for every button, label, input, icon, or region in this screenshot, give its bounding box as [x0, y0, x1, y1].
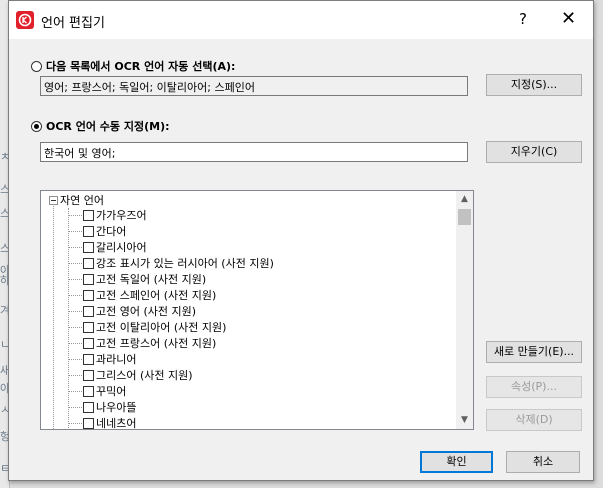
language-label: 고전 이탈리아어 (사전 지원): [96, 321, 227, 334]
manual-languages-input[interactable]: 한국어 및 영어;: [40, 142, 468, 162]
scroll-up-icon[interactable]: ▲: [456, 191, 473, 208]
language-item[interactable]: 고전 이탈리아어 (사전 지원): [68, 319, 226, 335]
tree-root-label: 자연 언어: [60, 194, 104, 207]
checkbox[interactable]: [83, 369, 94, 381]
ok-button[interactable]: 확인: [420, 451, 493, 473]
checkbox[interactable]: [83, 417, 94, 429]
background-text: ㅊ: [0, 150, 11, 163]
language-label: 네네츠어: [96, 417, 137, 429]
language-label: 고전 스페인어 (사전 지원): [96, 289, 217, 302]
collapse-icon[interactable]: [49, 195, 58, 205]
language-tree[interactable]: 자연 언어 가가우즈어 간다어 갈리시아어 강조 표시가 있는 러시아어 (사전…: [40, 190, 474, 430]
language-label: 고전 프랑스어 (사전 지원): [96, 337, 217, 350]
language-item[interactable]: 고전 스페인어 (사전 지원): [68, 287, 216, 303]
title-bar[interactable]: 언어 편집기 ? ✕: [9, 1, 593, 39]
checkbox[interactable]: [83, 321, 94, 333]
tree-content: 자연 언어 가가우즈어 간다어 갈리시아어 강조 표시가 있는 러시아어 (사전…: [41, 191, 457, 429]
checkbox[interactable]: [83, 337, 94, 349]
tree-root-node[interactable]: 자연 언어: [49, 192, 104, 208]
auto-select-label: 다음 목록에서 OCR 언어 자동 선택(A):: [46, 60, 236, 73]
language-editor-dialog: 언어 편집기 ? ✕ 다음 목록에서 OCR 언어 자동 선택(A): 영어; …: [8, 0, 594, 481]
background-text: 아: [0, 382, 11, 395]
checkbox[interactable]: [83, 385, 94, 397]
language-item[interactable]: 고전 프랑스어 (사전 지원): [68, 335, 216, 351]
language-label: 가가우즈어: [96, 209, 147, 222]
language-item[interactable]: 고전 영어 (사전 지원): [68, 303, 196, 319]
background-text: ㅌ: [0, 462, 11, 475]
checkbox[interactable]: [83, 241, 94, 253]
close-button[interactable]: ✕: [561, 10, 576, 28]
checkbox[interactable]: [83, 257, 94, 269]
language-label: 나우아뜰: [96, 401, 137, 414]
language-item[interactable]: 갈리시아어: [68, 239, 147, 255]
language-item[interactable]: 간다어: [68, 223, 126, 239]
help-button[interactable]: ?: [519, 10, 527, 28]
language-label: 그리스어 (사전 지원): [96, 369, 193, 382]
background-text: 새: [0, 364, 11, 377]
tree-guide-line: [53, 203, 54, 429]
language-label: 간다어: [96, 225, 127, 238]
checkbox[interactable]: [83, 273, 94, 285]
scroll-down-icon[interactable]: ▼: [456, 412, 473, 429]
background-text: 스: [0, 183, 11, 196]
background-text: 겨: [0, 304, 11, 317]
language-item[interactable]: 강조 표시가 있는 러시아어 (사전 지원): [68, 255, 274, 271]
checkbox[interactable]: [83, 353, 94, 365]
background-text: 하: [0, 274, 11, 287]
language-item[interactable]: 가가우즈어: [68, 207, 147, 223]
language-label: 꾸믹어: [96, 385, 127, 398]
checkbox[interactable]: [83, 225, 94, 237]
properties-button[interactable]: 속성(P)...: [486, 376, 582, 398]
radio-indicator-selected[interactable]: [31, 120, 42, 132]
clear-button[interactable]: 지우기(C): [486, 141, 582, 163]
tree-scrollbar[interactable]: ▲ ▼: [456, 191, 473, 429]
background-text: 헝: [0, 430, 11, 443]
language-label: 고전 영어 (사전 지원): [96, 305, 197, 318]
language-label: 갈리시아어: [96, 241, 147, 254]
auto-languages-field: 영어; 프랑스어; 독일어; 이탈리아어; 스페인어: [40, 76, 468, 96]
cancel-button[interactable]: 취소: [506, 451, 580, 473]
manual-select-radio[interactable]: OCR 언어 수동 지정(M):: [31, 118, 170, 134]
app-logo-icon: [16, 11, 34, 29]
manual-select-label: OCR 언어 수동 지정(M):: [46, 120, 170, 133]
scroll-thumb[interactable]: [458, 209, 471, 225]
checkbox[interactable]: [83, 401, 94, 413]
language-item[interactable]: 꾸믹어: [68, 383, 126, 399]
language-item[interactable]: 네네츠어: [68, 415, 136, 429]
language-label: 과라니어: [96, 353, 137, 366]
language-item[interactable]: 나우아뜰: [68, 399, 136, 415]
checkbox[interactable]: [83, 305, 94, 317]
language-label: 강조 표시가 있는 러시아어 (사전 지원): [96, 257, 274, 270]
auto-select-radio[interactable]: 다음 목록에서 OCR 언어 자동 선택(A):: [31, 58, 235, 74]
background-text: ㄴ: [0, 338, 11, 351]
background-text: 스: [0, 207, 11, 220]
checkbox[interactable]: [83, 289, 94, 301]
window-title: 언어 편집기: [41, 16, 105, 31]
new-language-button[interactable]: 새로 만들기(E)...: [486, 341, 582, 363]
background-text: 스: [0, 242, 11, 255]
assign-button[interactable]: 지정(S)...: [486, 74, 582, 96]
language-item[interactable]: 그리스어 (사전 지원): [68, 367, 193, 383]
radio-indicator[interactable]: [31, 60, 42, 72]
language-label: 고전 독일어 (사전 지원): [96, 273, 207, 286]
delete-button[interactable]: 삭제(D): [486, 409, 582, 431]
checkbox[interactable]: [83, 209, 94, 221]
language-item[interactable]: 과라니어: [68, 351, 136, 367]
background-text: ㅅ: [0, 403, 11, 416]
language-item[interactable]: 고전 독일어 (사전 지원): [68, 271, 206, 287]
